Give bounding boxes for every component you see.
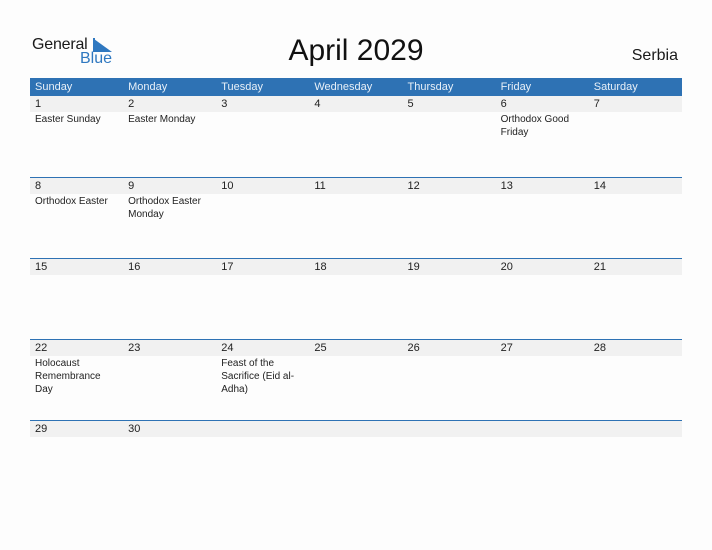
day-number: 27 [500,342,513,354]
day-number: 11 [314,180,326,192]
day-cell: 27 [496,340,589,396]
day-cell: 14 [589,178,682,221]
day-number: 28 [593,342,606,354]
day-cell: 26 [403,340,496,396]
day-cell: 16 [123,259,216,276]
day-cell: 23 [123,340,216,396]
day-number [314,421,402,437]
day-cell [216,421,309,438]
day-cell: 21 [589,259,682,276]
holiday-name: Feast of the Sacrifice (Eid al-Adha) [221,358,295,395]
holiday-name: Orthodox Easter [35,196,108,207]
day-number [221,421,309,437]
day-cell: 25 [309,340,402,396]
day-number: 23 [128,342,141,354]
weekday-thursday: Thursday [407,81,454,93]
day-cell: 19 [403,259,496,276]
day-number: 14 [593,180,606,192]
day-number: 6 [500,98,507,110]
day-number: 8 [35,180,42,192]
day-cell: 22 Holocaust Remembrance Day [30,340,123,396]
day-cell: 17 [216,259,309,276]
day-cell: 8 Orthodox Easter [30,178,123,221]
day-cell: 28 [589,340,682,396]
week-row: 1 Easter Sunday 2 Easter Monday 3 4 5 6 Orthodox… [30,96,682,177]
day-cell: 12 [403,178,496,221]
week-cells: 15 16 17 18 19 20 21 [30,259,682,276]
day-number: 3 [221,98,228,110]
week-row: 15 16 17 18 19 20 21 [30,258,682,339]
holiday-name: Easter Monday [128,114,196,125]
day-number [501,421,589,437]
day-number: 7 [593,98,600,110]
week-cells: 8 Orthodox Easter 9 Orthodox Easter Monday 1… [30,178,682,221]
weekday-tuesday: Tuesday [221,81,264,93]
day-cell: 30 [123,421,216,438]
day-cell: 7 [589,96,682,139]
day-number: 20 [500,261,513,273]
country-label: Serbia [631,47,678,64]
day-cell: 2 Easter Monday [123,96,216,139]
day-cell: 5 [403,96,496,139]
week-cells: 22 Holocaust Remembrance Day 23 24 Feast of … [30,340,682,396]
holiday-name: Easter Sunday [35,114,101,125]
day-number: 4 [314,98,321,110]
weekday-saturday: Saturday [593,81,638,93]
day-cell: 11 [309,178,402,221]
day-cell [589,421,682,438]
day-cell: 15 [30,259,123,276]
day-cell: 3 [216,96,309,139]
calendar-title: April 2029 [288,34,424,67]
holiday-name: Orthodox Good Friday [500,114,569,138]
day-number: 25 [314,342,327,354]
day-number: 9 [128,180,135,192]
day-number [594,421,682,437]
day-number: 16 [128,261,141,273]
week-cells: 29 30 [30,421,682,438]
weekday-sunday: Sunday [35,81,73,93]
day-number: 1 [35,98,42,110]
day-cell [496,421,589,438]
day-cell: 6 Orthodox Good Friday [496,96,589,139]
day-cell [403,421,496,438]
day-number: 10 [221,180,234,192]
day-cell: 13 [496,178,589,221]
week-row: 8 Orthodox Easter 9 Orthodox Easter Monday 1… [30,177,682,258]
day-number: 30 [128,423,141,435]
weeks-container: 1 Easter Sunday 2 Easter Monday 3 4 5 6 Orthodox… [30,96,682,439]
weekday-monday: Monday [128,81,168,93]
day-cell: 20 [496,259,589,276]
weekday-header-row: Sunday Monday Tuesday Wednesday Thursday… [30,78,682,96]
day-number: 18 [314,261,327,273]
day-cell: 24 Feast of the Sacrifice (Eid al-Adha) [216,340,309,396]
day-cell: 4 [309,96,402,139]
day-cell: 18 [309,259,402,276]
weekday-wednesday: Wednesday [314,81,373,93]
day-number: 2 [128,98,135,110]
day-cell: 10 [216,178,309,221]
day-number: 29 [35,423,48,435]
day-cell: 9 Orthodox Easter Monday [123,178,216,221]
day-number: 5 [407,98,414,110]
week-row: 29 30 [30,420,682,439]
week-row: 22 Holocaust Remembrance Day 23 24 Feast of … [30,339,682,420]
day-number: 15 [35,261,48,273]
day-number: 21 [593,261,606,273]
holiday-name: Orthodox Easter Monday [128,196,201,220]
day-cell: 29 [30,421,123,438]
holiday-name: Holocaust Remembrance Day [35,358,101,395]
day-number: 26 [407,342,420,354]
day-number: 19 [407,261,420,273]
weekday-friday: Friday [500,81,532,93]
day-number: 13 [500,180,513,192]
day-number: 24 [221,342,234,354]
day-number: 22 [35,342,48,354]
week-cells: 1 Easter Sunday 2 Easter Monday 3 4 5 6 Orthodox… [30,96,682,139]
calendar-grid: Sunday Monday Tuesday Wednesday Thursday… [30,78,682,439]
day-number: 17 [221,261,234,273]
day-number [408,421,496,437]
day-number: 12 [407,180,420,192]
day-cell [309,421,402,438]
day-cell: 1 Easter Sunday [30,96,123,139]
